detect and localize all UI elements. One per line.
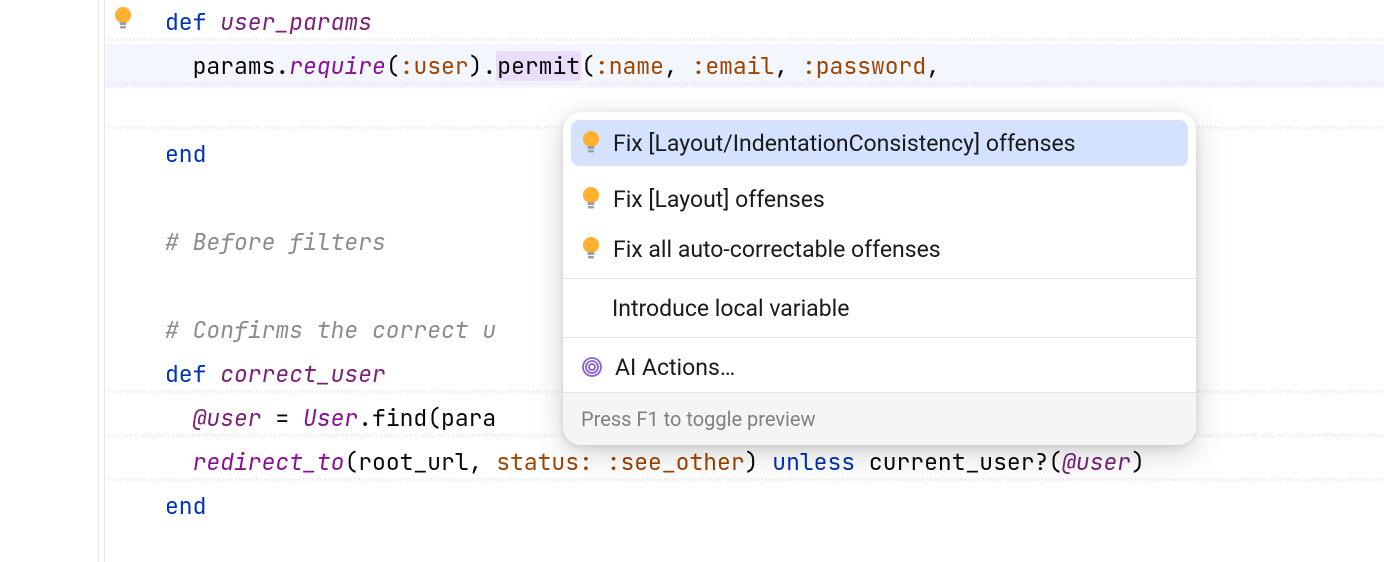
intention-item-introduce-variable[interactable]: Introduce local variable [563, 283, 1196, 333]
intention-item-label: Fix [Layout] offenses [613, 186, 825, 213]
spiral-icon [581, 356, 603, 378]
lightbulb-icon [581, 186, 601, 212]
intention-item-label: Introduce local variable [612, 295, 849, 322]
code-line[interactable]: params.require(:user).permit(:name, :ema… [105, 44, 1384, 88]
intention-item-ai-actions[interactable]: AI Actions… [563, 342, 1196, 392]
code-editor[interactable]: def user_params params.require(:user).pe… [0, 0, 1384, 562]
intention-item-label: Fix [Layout/IndentationConsistency] offe… [613, 130, 1076, 157]
intention-item-fix-indentation[interactable]: Fix [Layout/IndentationConsistency] offe… [571, 120, 1188, 166]
intention-item-label: AI Actions… [615, 354, 735, 381]
popup-separator [563, 278, 1196, 279]
lightbulb-icon [581, 130, 601, 156]
intention-actions-popup: Fix [Layout/IndentationConsistency] offe… [563, 112, 1196, 445]
code-line[interactable]: end [105, 484, 1384, 528]
lightbulb-icon [581, 236, 601, 262]
intention-item-label: Fix all auto-correctable offenses [613, 236, 941, 263]
intention-item-fix-all[interactable]: Fix all auto-correctable offenses [563, 224, 1196, 274]
code-line[interactable]: redirect_to(root_url, status: :see_other… [105, 440, 1384, 484]
intention-item-fix-layout[interactable]: Fix [Layout] offenses [563, 174, 1196, 224]
popup-separator [563, 337, 1196, 338]
popup-hint: Press F1 to toggle preview [563, 392, 1196, 445]
editor-gutter [0, 0, 105, 562]
code-line[interactable]: def user_params [105, 0, 1384, 44]
